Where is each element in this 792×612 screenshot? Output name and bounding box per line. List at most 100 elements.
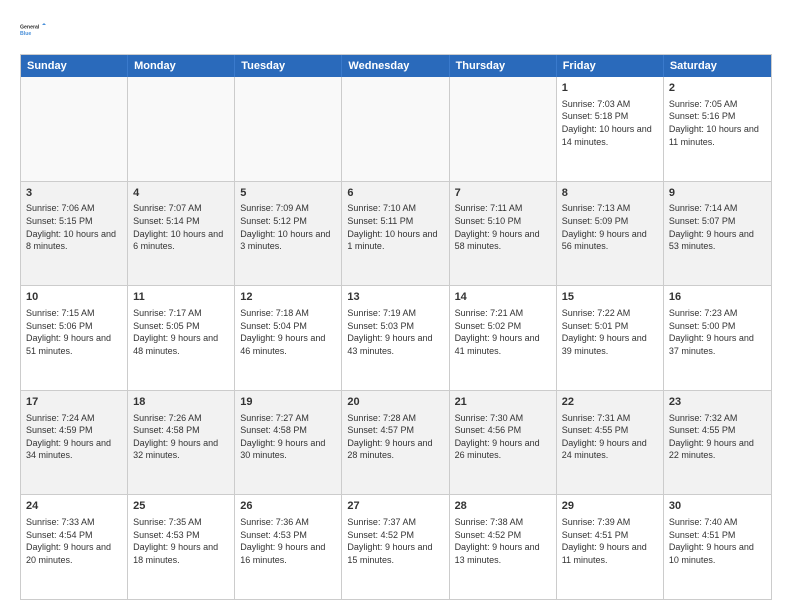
day-info: Sunrise: 7:26 AM Sunset: 4:58 PM Dayligh… (133, 412, 229, 462)
week-row-3: 10Sunrise: 7:15 AM Sunset: 5:06 PM Dayli… (21, 285, 771, 390)
day-number: 2 (669, 81, 766, 96)
calendar: SundayMondayTuesdayWednesdayThursdayFrid… (20, 54, 772, 600)
day-cell-22: 22 Sunrise: 7:31 AM Sunset: 4:55 PM Dayli… (557, 391, 664, 495)
day-number: 5 (240, 186, 336, 201)
day-number: 9 (669, 186, 766, 201)
day-info: Sunrise: 7:19 AM Sunset: 5:03 PM Dayligh… (347, 307, 443, 357)
calendar-header: SundayMondayTuesdayWednesdayThursdayFrid… (21, 55, 771, 77)
week-row-1: 1 Sunrise: 7:03 AM Sunset: 5:18 PM Daylig… (21, 77, 771, 181)
day-info: Sunrise: 7:38 AM Sunset: 4:52 PM Dayligh… (455, 516, 551, 566)
day-cell-13: 13 Sunrise: 7:19 AM Sunset: 5:03 PM Dayli… (342, 286, 449, 390)
empty-cell (450, 77, 557, 181)
day-info: Sunrise: 7:31 AM Sunset: 4:55 PM Dayligh… (562, 412, 658, 462)
empty-cell (128, 77, 235, 181)
day-info: Sunrise: 7:13 AM Sunset: 5:09 PM Dayligh… (562, 202, 658, 252)
day-cell-28: 28Sunrise: 7:38 AM Sunset: 4:52 PM Dayli… (450, 495, 557, 599)
day-info: Sunrise: 7:35 AM Sunset: 4:53 PM Dayligh… (133, 516, 229, 566)
calendar-body: 1 Sunrise: 7:03 AM Sunset: 5:18 PM Daylig… (21, 77, 771, 599)
svg-text:Blue: Blue (20, 31, 31, 37)
day-cell-26: 26 Sunrise: 7:36 AM Sunset: 4:53 PM Dayli… (235, 495, 342, 599)
day-cell-29: 29Sunrise: 7:39 AM Sunset: 4:51 PM Dayli… (557, 495, 664, 599)
day-number: 13 (347, 290, 443, 305)
day-cell-20: 20 Sunrise: 7:28 AM Sunset: 4:57 PM Dayli… (342, 391, 449, 495)
svg-text:General: General (20, 25, 40, 31)
day-info: Sunrise: 7:07 AM Sunset: 5:14 PM Dayligh… (133, 202, 229, 252)
day-info: Sunrise: 7:15 AM Sunset: 5:06 PM Dayligh… (26, 307, 122, 357)
day-number: 21 (455, 395, 551, 410)
day-number: 20 (347, 395, 443, 410)
day-number: 27 (347, 499, 443, 514)
header-day-friday: Friday (557, 55, 664, 77)
day-number: 18 (133, 395, 229, 410)
day-cell-27: 27 Sunrise: 7:37 AM Sunset: 4:52 PM Dayli… (342, 495, 449, 599)
day-cell-17: 17Sunrise: 7:24 AM Sunset: 4:59 PM Dayli… (21, 391, 128, 495)
day-cell-6: 6Sunrise: 7:10 AM Sunset: 5:11 PM Daylig… (342, 182, 449, 286)
day-number: 4 (133, 186, 229, 201)
day-cell-16: 16Sunrise: 7:23 AM Sunset: 5:00 PM Dayli… (664, 286, 771, 390)
day-cell-30: 30Sunrise: 7:40 AM Sunset: 4:51 PM Dayli… (664, 495, 771, 599)
day-number: 25 (133, 499, 229, 514)
day-info: Sunrise: 7:11 AM Sunset: 5:10 PM Dayligh… (455, 202, 551, 252)
header-day-sunday: Sunday (21, 55, 128, 77)
day-number: 14 (455, 290, 551, 305)
header-day-monday: Monday (128, 55, 235, 77)
day-cell-2: 2Sunrise: 7:05 AM Sunset: 5:16 PM Daylig… (664, 77, 771, 181)
day-number: 16 (669, 290, 766, 305)
day-info: Sunrise: 7:36 AM Sunset: 4:53 PM Dayligh… (240, 516, 336, 566)
day-number: 26 (240, 499, 336, 514)
day-info: Sunrise: 7:27 AM Sunset: 4:58 PM Dayligh… (240, 412, 336, 462)
day-info: Sunrise: 7:28 AM Sunset: 4:57 PM Dayligh… (347, 412, 443, 462)
day-number: 12 (240, 290, 336, 305)
day-info: Sunrise: 7:18 AM Sunset: 5:04 PM Dayligh… (240, 307, 336, 357)
day-cell-8: 8Sunrise: 7:13 AM Sunset: 5:09 PM Daylig… (557, 182, 664, 286)
day-info: Sunrise: 7:37 AM Sunset: 4:52 PM Dayligh… (347, 516, 443, 566)
day-info: Sunrise: 7:14 AM Sunset: 5:07 PM Dayligh… (669, 202, 766, 252)
empty-cell (235, 77, 342, 181)
day-cell-21: 21 Sunrise: 7:30 AM Sunset: 4:56 PM Dayli… (450, 391, 557, 495)
header-day-tuesday: Tuesday (235, 55, 342, 77)
day-cell-15: 15Sunrise: 7:22 AM Sunset: 5:01 PM Dayli… (557, 286, 664, 390)
day-cell-14: 14 Sunrise: 7:21 AM Sunset: 5:02 PM Dayli… (450, 286, 557, 390)
day-cell-24: 24Sunrise: 7:33 AM Sunset: 4:54 PM Dayli… (21, 495, 128, 599)
day-info: Sunrise: 7:21 AM Sunset: 5:02 PM Dayligh… (455, 307, 551, 357)
day-cell-23: 23 Sunrise: 7:32 AM Sunset: 4:55 PM Dayli… (664, 391, 771, 495)
day-info: Sunrise: 7:17 AM Sunset: 5:05 PM Dayligh… (133, 307, 229, 357)
day-cell-1: 1 Sunrise: 7:03 AM Sunset: 5:18 PM Daylig… (557, 77, 664, 181)
day-cell-25: 25 Sunrise: 7:35 AM Sunset: 4:53 PM Dayli… (128, 495, 235, 599)
day-cell-4: 4Sunrise: 7:07 AM Sunset: 5:14 PM Daylig… (128, 182, 235, 286)
day-info: Sunrise: 7:06 AM Sunset: 5:15 PM Dayligh… (26, 202, 122, 252)
day-cell-19: 19 Sunrise: 7:27 AM Sunset: 4:58 PM Dayli… (235, 391, 342, 495)
day-info: Sunrise: 7:03 AM Sunset: 5:18 PM Dayligh… (562, 98, 658, 148)
day-number: 24 (26, 499, 122, 514)
header-day-saturday: Saturday (664, 55, 771, 77)
day-cell-12: 12 Sunrise: 7:18 AM Sunset: 5:04 PM Dayli… (235, 286, 342, 390)
empty-cell (342, 77, 449, 181)
day-number: 22 (562, 395, 658, 410)
week-row-5: 24Sunrise: 7:33 AM Sunset: 4:54 PM Dayli… (21, 494, 771, 599)
day-info: Sunrise: 7:39 AM Sunset: 4:51 PM Dayligh… (562, 516, 658, 566)
day-number: 19 (240, 395, 336, 410)
day-info: Sunrise: 7:10 AM Sunset: 5:11 PM Dayligh… (347, 202, 443, 252)
day-cell-5: 5Sunrise: 7:09 AM Sunset: 5:12 PM Daylig… (235, 182, 342, 286)
header-day-wednesday: Wednesday (342, 55, 449, 77)
logo: GeneralBlue (20, 16, 48, 44)
logo-icon: GeneralBlue (20, 16, 48, 44)
day-number: 7 (455, 186, 551, 201)
day-number: 23 (669, 395, 766, 410)
day-info: Sunrise: 7:22 AM Sunset: 5:01 PM Dayligh… (562, 307, 658, 357)
day-info: Sunrise: 7:32 AM Sunset: 4:55 PM Dayligh… (669, 412, 766, 462)
day-number: 17 (26, 395, 122, 410)
day-cell-7: 7Sunrise: 7:11 AM Sunset: 5:10 PM Daylig… (450, 182, 557, 286)
week-row-2: 3Sunrise: 7:06 AM Sunset: 5:15 PM Daylig… (21, 181, 771, 286)
day-cell-9: 9Sunrise: 7:14 AM Sunset: 5:07 PM Daylig… (664, 182, 771, 286)
day-cell-3: 3Sunrise: 7:06 AM Sunset: 5:15 PM Daylig… (21, 182, 128, 286)
page: GeneralBlue SundayMondayTuesdayWednesday… (0, 0, 792, 612)
day-number: 30 (669, 499, 766, 514)
day-number: 1 (562, 81, 658, 96)
day-number: 3 (26, 186, 122, 201)
day-info: Sunrise: 7:30 AM Sunset: 4:56 PM Dayligh… (455, 412, 551, 462)
empty-cell (21, 77, 128, 181)
day-number: 11 (133, 290, 229, 305)
header-day-thursday: Thursday (450, 55, 557, 77)
day-number: 6 (347, 186, 443, 201)
